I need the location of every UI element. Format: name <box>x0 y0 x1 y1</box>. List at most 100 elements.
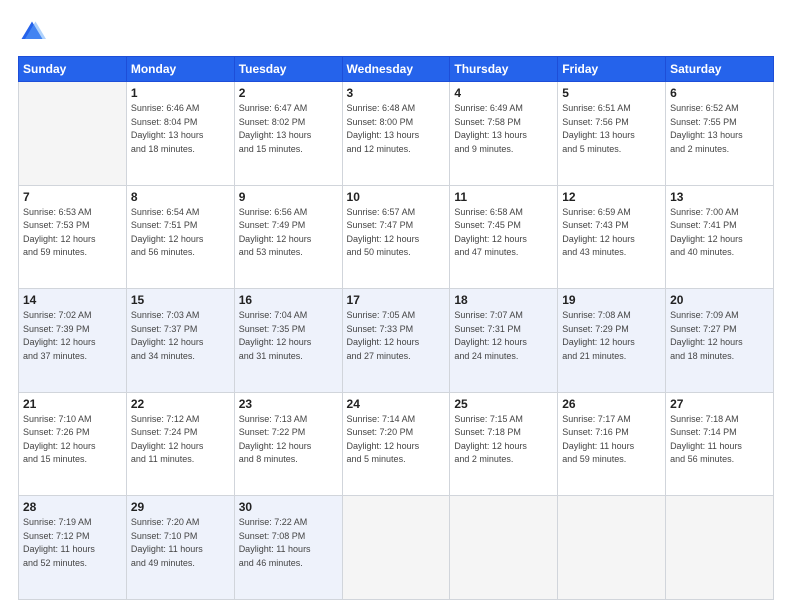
calendar-day-cell: 12 Sunrise: 6:59 AM Sunset: 7:43 PM Dayli… <box>558 185 666 289</box>
day-info: Sunrise: 6:49 AM Sunset: 7:58 PM Dayligh… <box>454 102 553 156</box>
calendar-day-cell: 28Sunrise: 7:19 AM Sunset: 7:12 PM Dayli… <box>19 496 127 600</box>
calendar-day-cell: 23Sunrise: 7:13 AM Sunset: 7:22 PM Dayli… <box>234 392 342 496</box>
day-number: 17 <box>347 293 446 307</box>
calendar-day-cell: 17 Sunrise: 7:05 AM Sunset: 7:33 PM Dayli… <box>342 289 450 393</box>
calendar-day-cell: 24 Sunrise: 7:14 AM Sunset: 7:20 PM Dayli… <box>342 392 450 496</box>
calendar-header-row: SundayMondayTuesdayWednesdayThursdayFrid… <box>19 57 774 82</box>
day-number: 19 <box>562 293 661 307</box>
calendar-day-cell: 8Sunrise: 6:54 AM Sunset: 7:51 PM Daylig… <box>126 185 234 289</box>
day-number: 14 <box>23 293 122 307</box>
day-number: 10 <box>347 190 446 204</box>
calendar-day-cell: 25 Sunrise: 7:15 AM Sunset: 7:18 PM Dayli… <box>450 392 558 496</box>
calendar-day-cell: 13Sunrise: 7:00 AM Sunset: 7:41 PM Dayli… <box>666 185 774 289</box>
logo <box>18 18 50 46</box>
day-info: Sunrise: 6:57 AM Sunset: 7:47 PM Dayligh… <box>347 206 446 260</box>
day-info: Sunrise: 6:46 AM Sunset: 8:04 PM Dayligh… <box>131 102 230 156</box>
day-info: Sunrise: 7:15 AM Sunset: 7:18 PM Dayligh… <box>454 413 553 467</box>
day-number: 1 <box>131 86 230 100</box>
calendar-day-cell <box>342 496 450 600</box>
day-number: 4 <box>454 86 553 100</box>
day-info: Sunrise: 7:18 AM Sunset: 7:14 PM Dayligh… <box>670 413 769 467</box>
day-number: 18 <box>454 293 553 307</box>
calendar-day-cell: 18Sunrise: 7:07 AM Sunset: 7:31 PM Dayli… <box>450 289 558 393</box>
day-info: Sunrise: 7:05 AM Sunset: 7:33 PM Dayligh… <box>347 309 446 363</box>
calendar-day-header: Thursday <box>450 57 558 82</box>
calendar-day-cell: 10 Sunrise: 6:57 AM Sunset: 7:47 PM Dayli… <box>342 185 450 289</box>
day-info: Sunrise: 7:17 AM Sunset: 7:16 PM Dayligh… <box>562 413 661 467</box>
day-info: Sunrise: 6:48 AM Sunset: 8:00 PM Dayligh… <box>347 102 446 156</box>
calendar-week-row: 28Sunrise: 7:19 AM Sunset: 7:12 PM Dayli… <box>19 496 774 600</box>
calendar-day-cell: 1 Sunrise: 6:46 AM Sunset: 8:04 PM Daylig… <box>126 82 234 186</box>
day-number: 16 <box>239 293 338 307</box>
day-number: 11 <box>454 190 553 204</box>
day-number: 23 <box>239 397 338 411</box>
day-info: Sunrise: 6:47 AM Sunset: 8:02 PM Dayligh… <box>239 102 338 156</box>
day-number: 5 <box>562 86 661 100</box>
day-number: 2 <box>239 86 338 100</box>
day-info: Sunrise: 7:10 AM Sunset: 7:26 PM Dayligh… <box>23 413 122 467</box>
calendar-week-row: 14 Sunrise: 7:02 AM Sunset: 7:39 PM Dayli… <box>19 289 774 393</box>
day-number: 9 <box>239 190 338 204</box>
day-number: 30 <box>239 500 338 514</box>
day-info: Sunrise: 7:14 AM Sunset: 7:20 PM Dayligh… <box>347 413 446 467</box>
calendar-day-cell <box>450 496 558 600</box>
calendar-day-cell <box>666 496 774 600</box>
day-number: 25 <box>454 397 553 411</box>
calendar-day-cell: 4 Sunrise: 6:49 AM Sunset: 7:58 PM Daylig… <box>450 82 558 186</box>
day-info: Sunrise: 7:19 AM Sunset: 7:12 PM Dayligh… <box>23 516 122 570</box>
calendar-day-cell: 3 Sunrise: 6:48 AM Sunset: 8:00 PM Daylig… <box>342 82 450 186</box>
calendar-day-cell <box>558 496 666 600</box>
calendar-day-header: Sunday <box>19 57 127 82</box>
calendar-day-cell <box>19 82 127 186</box>
calendar-week-row: 1 Sunrise: 6:46 AM Sunset: 8:04 PM Daylig… <box>19 82 774 186</box>
calendar-day-header: Wednesday <box>342 57 450 82</box>
day-number: 12 <box>562 190 661 204</box>
header <box>18 18 774 46</box>
calendar-day-cell: 20 Sunrise: 7:09 AM Sunset: 7:27 PM Dayli… <box>666 289 774 393</box>
day-number: 24 <box>347 397 446 411</box>
day-info: Sunrise: 7:09 AM Sunset: 7:27 PM Dayligh… <box>670 309 769 363</box>
calendar-day-cell: 5 Sunrise: 6:51 AM Sunset: 7:56 PM Daylig… <box>558 82 666 186</box>
day-number: 27 <box>670 397 769 411</box>
day-number: 29 <box>131 500 230 514</box>
day-info: Sunrise: 7:12 AM Sunset: 7:24 PM Dayligh… <box>131 413 230 467</box>
day-number: 22 <box>131 397 230 411</box>
calendar-day-cell: 19 Sunrise: 7:08 AM Sunset: 7:29 PM Dayli… <box>558 289 666 393</box>
calendar-day-cell: 14 Sunrise: 7:02 AM Sunset: 7:39 PM Dayli… <box>19 289 127 393</box>
day-info: Sunrise: 6:52 AM Sunset: 7:55 PM Dayligh… <box>670 102 769 156</box>
calendar-week-row: 7 Sunrise: 6:53 AM Sunset: 7:53 PM Daylig… <box>19 185 774 289</box>
calendar-day-cell: 27 Sunrise: 7:18 AM Sunset: 7:14 PM Dayli… <box>666 392 774 496</box>
calendar-day-cell: 6 Sunrise: 6:52 AM Sunset: 7:55 PM Daylig… <box>666 82 774 186</box>
day-number: 26 <box>562 397 661 411</box>
calendar-day-header: Friday <box>558 57 666 82</box>
calendar-day-header: Saturday <box>666 57 774 82</box>
calendar-day-cell: 29 Sunrise: 7:20 AM Sunset: 7:10 PM Dayli… <box>126 496 234 600</box>
logo-icon <box>18 18 46 46</box>
calendar-day-cell: 22 Sunrise: 7:12 AM Sunset: 7:24 PM Dayli… <box>126 392 234 496</box>
day-number: 20 <box>670 293 769 307</box>
calendar-table: SundayMondayTuesdayWednesdayThursdayFrid… <box>18 56 774 600</box>
day-number: 8 <box>131 190 230 204</box>
day-info: Sunrise: 6:51 AM Sunset: 7:56 PM Dayligh… <box>562 102 661 156</box>
page: SundayMondayTuesdayWednesdayThursdayFrid… <box>0 0 792 612</box>
day-info: Sunrise: 6:56 AM Sunset: 7:49 PM Dayligh… <box>239 206 338 260</box>
calendar-day-cell: 30 Sunrise: 7:22 AM Sunset: 7:08 PM Dayli… <box>234 496 342 600</box>
day-info: Sunrise: 7:02 AM Sunset: 7:39 PM Dayligh… <box>23 309 122 363</box>
day-info: Sunrise: 7:08 AM Sunset: 7:29 PM Dayligh… <box>562 309 661 363</box>
day-number: 7 <box>23 190 122 204</box>
day-number: 3 <box>347 86 446 100</box>
day-number: 6 <box>670 86 769 100</box>
day-info: Sunrise: 6:59 AM Sunset: 7:43 PM Dayligh… <box>562 206 661 260</box>
day-number: 13 <box>670 190 769 204</box>
calendar-day-cell: 11 Sunrise: 6:58 AM Sunset: 7:45 PM Dayli… <box>450 185 558 289</box>
calendar-day-cell: 16 Sunrise: 7:04 AM Sunset: 7:35 PM Dayli… <box>234 289 342 393</box>
day-info: Sunrise: 6:58 AM Sunset: 7:45 PM Dayligh… <box>454 206 553 260</box>
day-number: 21 <box>23 397 122 411</box>
day-info: Sunrise: 7:22 AM Sunset: 7:08 PM Dayligh… <box>239 516 338 570</box>
calendar-day-cell: 9 Sunrise: 6:56 AM Sunset: 7:49 PM Daylig… <box>234 185 342 289</box>
calendar-day-cell: 26 Sunrise: 7:17 AM Sunset: 7:16 PM Dayli… <box>558 392 666 496</box>
calendar-day-cell: 7 Sunrise: 6:53 AM Sunset: 7:53 PM Daylig… <box>19 185 127 289</box>
day-info: Sunrise: 7:04 AM Sunset: 7:35 PM Dayligh… <box>239 309 338 363</box>
day-info: Sunrise: 7:20 AM Sunset: 7:10 PM Dayligh… <box>131 516 230 570</box>
day-info: Sunrise: 6:53 AM Sunset: 7:53 PM Dayligh… <box>23 206 122 260</box>
